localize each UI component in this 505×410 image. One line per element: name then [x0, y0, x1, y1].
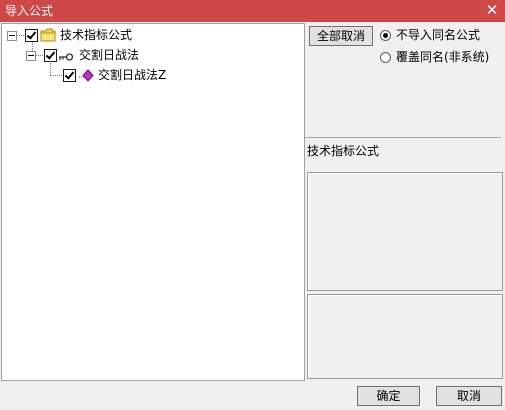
detail-box [307, 294, 503, 379]
deselect-all-button[interactable]: 全部取消 [309, 26, 373, 46]
ok-button[interactable]: 确定 [357, 386, 420, 406]
close-icon[interactable]: ✕ [483, 1, 501, 19]
radio-overwrite-duplicates[interactable] [380, 52, 391, 63]
tree-node-root-label: 技术指标公式 [60, 28, 133, 42]
tree-node-child-label: 交割日战法 [79, 48, 140, 62]
window-title: 导入公式 [5, 4, 54, 18]
cancel-button[interactable]: 取消 [436, 386, 502, 406]
root-checkbox[interactable] [25, 29, 38, 42]
radio-skip-duplicates[interactable] [380, 30, 391, 41]
collapse-icon[interactable] [26, 51, 36, 61]
options-panel: 全部取消 不导入同名公式 覆盖同名(非系统) 技术指标公式 [305, 23, 505, 379]
import-formula-dialog: 导入公式 ✕ 技术指标公式 交割日战法 交割日战法Z 全部取消 不导入同名公式 … [0, 0, 505, 410]
tree-node-root[interactable]: 技术指标公式 [2, 27, 302, 43]
radio-skip-duplicates-label[interactable]: 不导入同名公式 [396, 28, 480, 42]
category-label: 技术指标公式 [307, 144, 380, 158]
child-checkbox[interactable] [44, 49, 57, 62]
tree-node-leaf[interactable]: 交割日战法Z [2, 67, 302, 83]
formula-diamond-icon [78, 69, 94, 86]
description-box [307, 172, 503, 291]
key-icon [58, 50, 74, 66]
folder-icon [40, 28, 56, 46]
tree-node-leaf-label: 交割日战法Z [98, 68, 167, 82]
radio-overwrite-duplicates-label[interactable]: 覆盖同名(非系统) [396, 50, 489, 64]
leaf-checkbox[interactable] [63, 69, 76, 82]
formula-tree[interactable]: 技术指标公式 交割日战法 交割日战法Z [1, 23, 305, 381]
title-bar: 导入公式 ✕ [0, 0, 505, 22]
category-info-box: 技术指标公式 [305, 137, 501, 171]
collapse-icon[interactable] [7, 31, 17, 41]
tree-node-child[interactable]: 交割日战法 [2, 47, 302, 63]
